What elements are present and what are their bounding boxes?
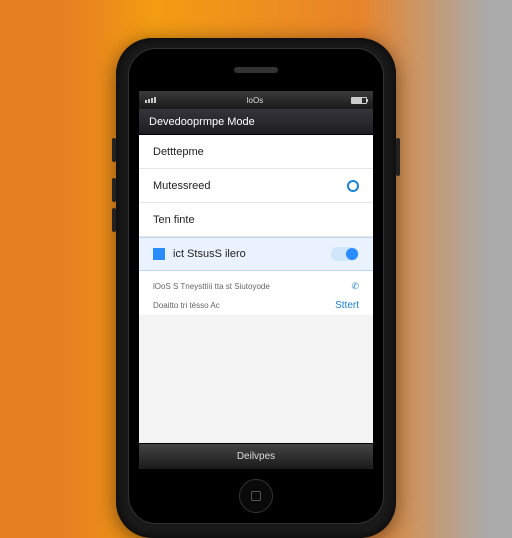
nav-header: Devedooprmpe Mode <box>139 109 373 135</box>
settings-list: Detttepme Mutessreed Ten finte ict Stsus… <box>139 135 373 315</box>
sub-row: lOoS S Tneysttìii tta st Siutoyode ✆ <box>153 277 359 296</box>
signal-bars-icon <box>145 97 156 103</box>
row-label: Mutessreed <box>153 180 210 192</box>
phone-icon: ✆ <box>351 281 359 292</box>
row-text: ict StsusS ilero <box>173 248 246 260</box>
phone-bezel: loOs Devedooprmpe Mode Detttepme Mutessr… <box>128 48 384 524</box>
settings-row[interactable]: Ten finte <box>139 203 373 237</box>
row-label: ict StsusS ilero <box>153 248 246 260</box>
status-right <box>351 97 367 104</box>
phone-chassis: loOs Devedooprmpe Mode Detttepme Mutessr… <box>116 38 396 538</box>
start-link[interactable]: Sttert <box>335 300 359 311</box>
settings-row[interactable]: Detttepme <box>139 135 373 169</box>
home-button[interactable] <box>239 479 273 513</box>
row-label: Ten finte <box>153 214 195 226</box>
settings-row[interactable]: Mutessreed <box>139 169 373 203</box>
sub-row-label: lOoS S Tneysttìii tta st Siutoyode <box>153 282 270 291</box>
bottom-tab-label: Deilvpes <box>237 451 275 462</box>
page-title: Devedooprmpe Mode <box>149 116 255 128</box>
status-left <box>145 97 159 103</box>
sub-row: Doaitto tri tésso Ac Sttert <box>153 296 359 315</box>
mute-switch[interactable] <box>112 208 116 232</box>
checkbox-icon[interactable] <box>153 248 165 260</box>
settings-row-active[interactable]: ict StsusS ilero <box>139 237 373 271</box>
status-title: loOs <box>247 96 263 105</box>
row-label: Detttepme <box>153 146 204 158</box>
power-button[interactable] <box>396 138 400 176</box>
status-bar: loOs <box>139 91 373 109</box>
battery-icon <box>351 97 367 104</box>
sub-rows: lOoS S Tneysttìii tta st Siutoyode ✆ Doa… <box>139 271 373 315</box>
speaker-grille <box>234 67 278 73</box>
volume-down-button[interactable] <box>112 178 116 202</box>
home-square-icon <box>251 491 261 501</box>
volume-up-button[interactable] <box>112 138 116 162</box>
toggle-switch[interactable] <box>331 247 359 261</box>
screen: loOs Devedooprmpe Mode Detttepme Mutessr… <box>139 91 373 469</box>
sub-row-label: Doaitto tri tésso Ac <box>153 301 220 310</box>
radio-selected-icon[interactable] <box>347 180 359 192</box>
bottom-tab-bar[interactable]: Deilvpes <box>139 443 373 469</box>
